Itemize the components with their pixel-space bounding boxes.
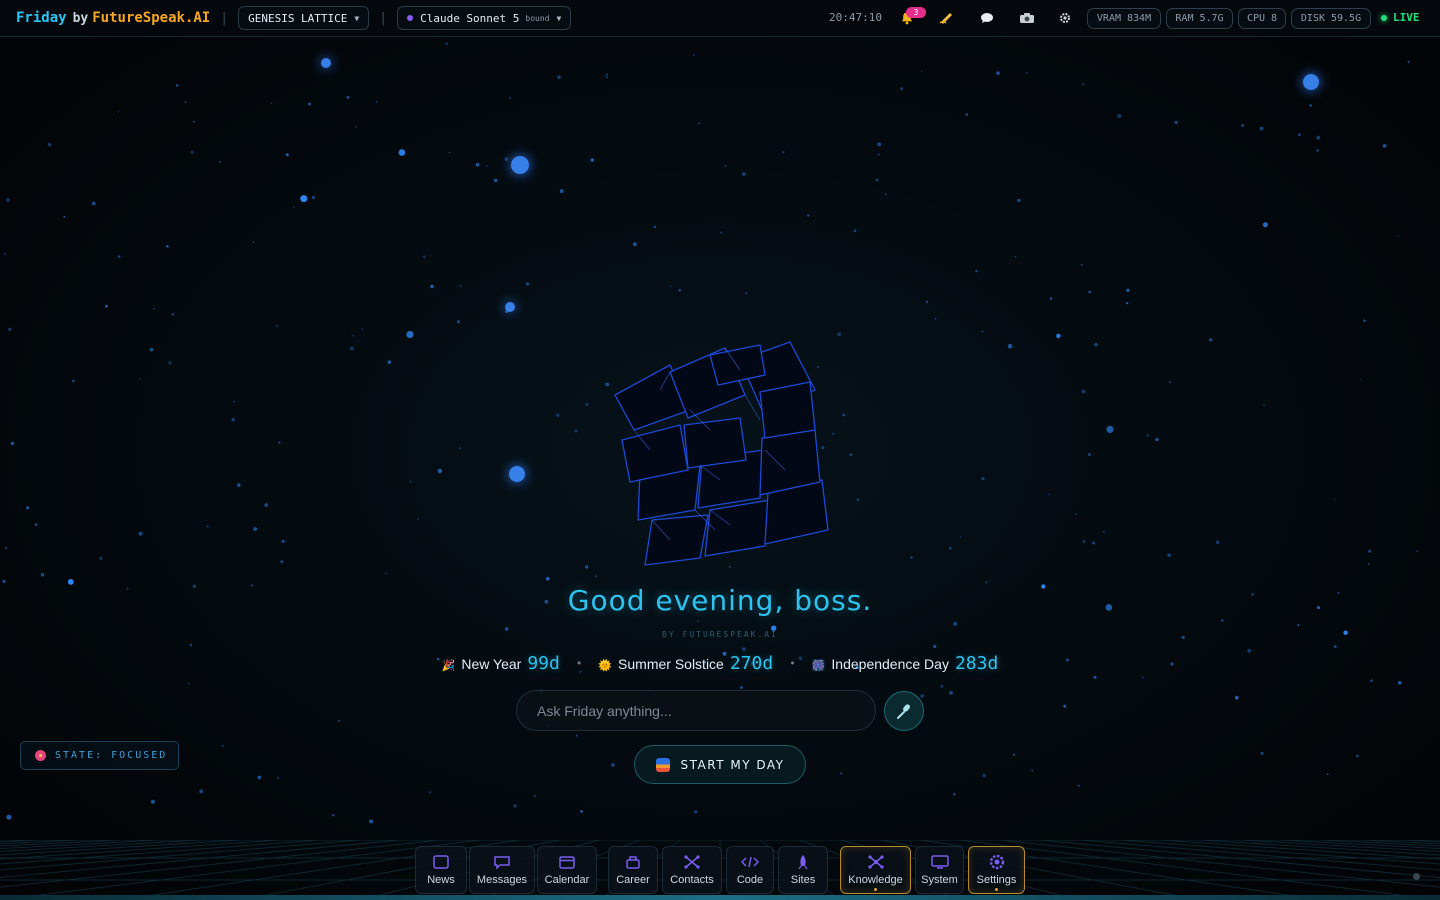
active-indicator-dot (995, 888, 998, 891)
dock-item-label: News (427, 874, 455, 886)
briefcase-icon (624, 854, 642, 870)
microphone-button[interactable] (884, 691, 924, 731)
countdown-label: Independence Day (831, 656, 949, 672)
countdown-label: New Year (461, 656, 522, 672)
party-popper-icon: 🎉 (441, 659, 456, 672)
gear-icon[interactable] (1054, 8, 1076, 28)
live-dot (1381, 14, 1387, 21)
fireworks-icon: 🎆 (811, 659, 826, 672)
dock-item-label: Career (616, 874, 650, 886)
dock-item-contacts[interactable]: Contacts (662, 846, 722, 894)
separator: | (220, 10, 229, 26)
dock-item-label: Contacts (670, 874, 714, 886)
countdown-independence-day: 🎆 Independence Day 283d (812, 653, 999, 674)
network-icon (683, 854, 701, 870)
microphone-icon (897, 704, 910, 719)
rocket-icon (794, 854, 812, 870)
message-icon (493, 854, 511, 870)
sunrise-icon (655, 757, 670, 772)
workspace-selector[interactable]: GENESIS LATTICE ▼ (238, 6, 370, 30)
chevron-down-icon: ▼ (556, 13, 562, 23)
model-tag: bound (525, 13, 550, 23)
dock-item-label: Knowledge (848, 874, 903, 886)
target-icon (35, 750, 46, 761)
state-indicator: STATE: FOCUSED (20, 741, 179, 770)
state-label: STATE: FOCUSED (55, 750, 168, 761)
countdown-value: 270d (729, 653, 774, 674)
countdown-summer-solstice: 🌞 Summer Solstice 270d (598, 653, 773, 674)
calendar-icon (558, 854, 576, 870)
live-indicator: LIVE (1381, 11, 1420, 24)
workspace-label: GENESIS LATTICE (248, 11, 348, 25)
code-icon (741, 854, 759, 870)
dock-item-career[interactable]: Career (608, 846, 658, 894)
dock-item-calendar[interactable]: Calendar (537, 846, 597, 894)
notification-badge: 3 (906, 7, 926, 18)
graph-icon (867, 854, 885, 870)
app-dock: News Messages Calendar Career Contacts C… (0, 840, 1440, 900)
vram-stat: VRAM 834M (1087, 8, 1161, 29)
separator: | (379, 10, 388, 26)
live-label: LIVE (1393, 11, 1420, 24)
cpu-stat: CPU 8 (1238, 8, 1286, 29)
newspaper-icon (432, 854, 450, 870)
dock-item-sites[interactable]: Sites (778, 846, 828, 894)
dock-item-news[interactable]: News (415, 846, 467, 894)
countdown-new-year: 🎉 New Year 99d (442, 653, 560, 674)
sun-icon: 🌞 (598, 659, 613, 672)
dock-item-label: Calendar (544, 874, 590, 886)
countdown-separator: • (575, 657, 583, 670)
byline: BY FUTURESPEAK.AI (662, 630, 778, 639)
greeting-title: Good evening, boss. (567, 584, 873, 617)
clock: 20:47:10 (829, 11, 882, 24)
dock-item-label: Sites (790, 874, 816, 886)
countdown-value: 99d (527, 653, 560, 674)
monitor-icon (930, 854, 949, 870)
countdown-separator: • (789, 657, 796, 670)
model-status-dot (407, 15, 414, 21)
start-my-day-label: START MY DAY (680, 757, 785, 772)
dock-item-label: Settings (976, 874, 1017, 886)
model-selector[interactable]: Claude Sonnet 5 bound ▼ (397, 6, 572, 30)
start-my-day-button[interactable]: START MY DAY (634, 745, 806, 784)
hand-writing-icon[interactable] (936, 8, 958, 28)
ask-input[interactable] (516, 690, 876, 731)
dock-item-label: Code (736, 874, 764, 886)
countdown-value: 283d (954, 653, 999, 674)
brand-by: by (72, 11, 89, 26)
countdown-row: 🎉 New Year 99d • 🌞 Summer Solstice 270d … (0, 653, 1440, 674)
chat-bubble-icon[interactable] (976, 8, 998, 28)
status-dot (1413, 873, 1420, 880)
dock-item-settings[interactable]: Settings (968, 846, 1025, 894)
model-name: Claude Sonnet 5 (420, 11, 520, 25)
brand-company: FutureSpeak.AI (92, 10, 211, 26)
brand-logo: Friday by FutureSpeak.AI (16, 10, 210, 26)
chevron-down-icon: ▼ (354, 13, 360, 23)
dock-item-messages[interactable]: Messages (469, 846, 535, 894)
dock-item-label: System (921, 874, 958, 886)
dock-item-label: Messages (476, 874, 528, 886)
dock-glow-line (0, 895, 1440, 900)
ram-stat: RAM 5.7G (1166, 8, 1233, 29)
dock-item-knowledge[interactable]: Knowledge (840, 846, 911, 894)
dock-item-system[interactable]: System (915, 846, 964, 894)
disk-stat: DISK 59.5G (1291, 8, 1371, 29)
countdown-label: Summer Solstice (618, 656, 724, 672)
dock-item-code[interactable]: Code (726, 846, 774, 894)
active-indicator-dot (874, 888, 877, 891)
lattice-cube-visual (614, 341, 829, 566)
settings-icon (988, 854, 1006, 870)
brand-name: Friday (16, 10, 67, 26)
camera-icon[interactable] (1016, 8, 1038, 28)
